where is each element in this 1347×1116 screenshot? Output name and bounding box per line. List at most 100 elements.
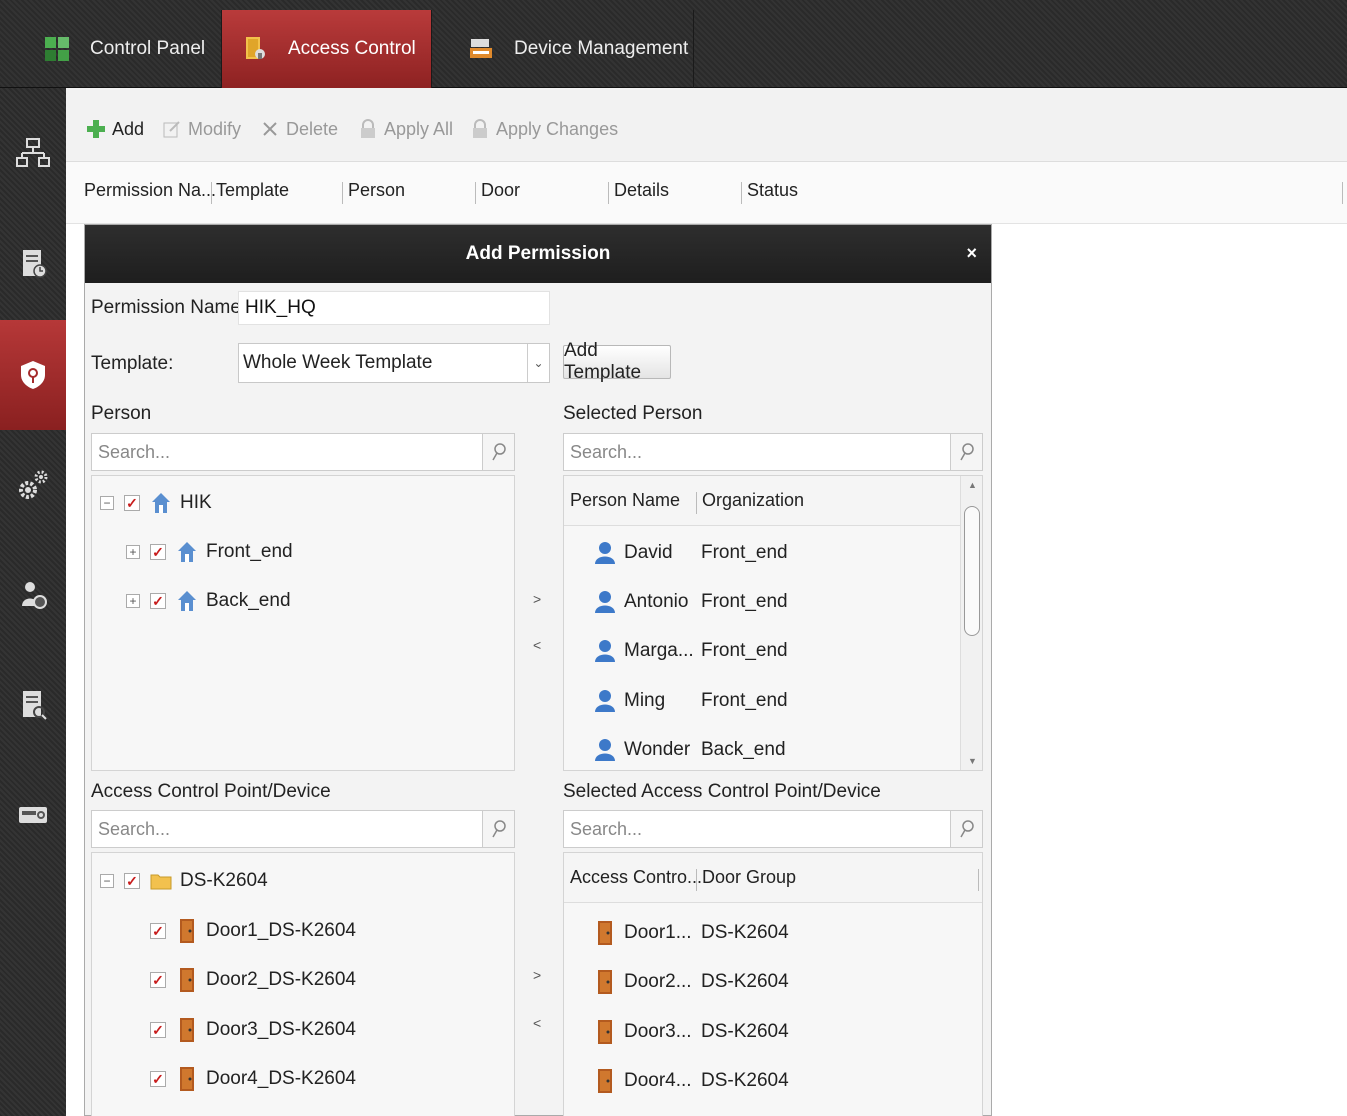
checkbox-checked[interactable]: ✓ xyxy=(124,873,140,889)
permission-name-field[interactable]: HIK_HQ xyxy=(238,291,550,325)
column-person-name[interactable]: Person Name xyxy=(570,490,680,511)
tab-control-panel[interactable]: Control Panel xyxy=(24,10,222,88)
table-cell-organization: Front_end xyxy=(701,640,788,661)
checkbox-checked[interactable]: ✓ xyxy=(150,1071,166,1087)
tree-node-door2[interactable]: ✓ Door2_DS-K2604 xyxy=(150,965,356,995)
move-person-left-button[interactable]: < xyxy=(533,637,541,653)
person-guard-icon xyxy=(22,582,47,609)
add-button[interactable]: Add xyxy=(86,116,144,142)
tab-access-control[interactable]: Access Control xyxy=(222,10,432,88)
table-row[interactable]: Door2... xyxy=(594,967,692,997)
device-keypad-icon xyxy=(19,807,47,823)
access-control-icon xyxy=(242,36,268,62)
search-icon[interactable] xyxy=(950,434,982,470)
person-icon xyxy=(594,738,616,762)
device-management-icon xyxy=(468,36,494,62)
checkbox-checked[interactable]: ✓ xyxy=(124,495,140,511)
search-icon[interactable] xyxy=(482,811,514,847)
table-row[interactable]: David xyxy=(594,538,673,568)
scrollbar-thumb[interactable] xyxy=(964,506,980,636)
collapse-icon[interactable]: − xyxy=(100,496,114,510)
tree-node-hik[interactable]: − ✓ HIK xyxy=(100,488,212,518)
selected-access-control-point-label: Selected Access Control Point/Device xyxy=(563,781,881,802)
collapse-icon[interactable]: − xyxy=(100,874,114,888)
column-separator xyxy=(741,182,742,204)
close-icon[interactable]: × xyxy=(966,243,977,264)
tree-node-door1[interactable]: ✓ Door1_DS-K2604 xyxy=(150,916,356,946)
move-device-left-button[interactable]: < xyxy=(533,1015,541,1031)
column-door[interactable]: Door xyxy=(481,180,520,201)
expand-icon[interactable]: + xyxy=(126,545,140,559)
toolbar: Add Modify Delete Apply All Apply Change… xyxy=(66,88,1347,162)
tree-node-door3[interactable]: ✓ Door3_DS-K2604 xyxy=(150,1015,356,1045)
tree-node-back-end[interactable]: + ✓ Back_end xyxy=(126,586,291,616)
door-icon xyxy=(176,968,198,992)
add-template-button[interactable]: Add Template xyxy=(563,340,671,383)
template-select[interactable]: Whole Week Template ⌄ xyxy=(238,343,550,383)
checkbox-checked[interactable]: ✓ xyxy=(150,1022,166,1038)
tree-node-front-end[interactable]: + ✓ Front_end xyxy=(126,537,293,567)
sidebar-item-advanced[interactable] xyxy=(0,430,66,540)
search-icon[interactable] xyxy=(950,811,982,847)
chevron-down-icon[interactable]: ⌄ xyxy=(527,344,549,382)
column-template[interactable]: Template xyxy=(216,180,289,201)
column-details[interactable]: Details xyxy=(614,180,669,201)
selected-person-search-input[interactable]: Search... xyxy=(563,433,983,471)
scroll-down-icon[interactable]: ▼ xyxy=(968,756,977,766)
table-cell-door-group: DS-K2604 xyxy=(701,922,789,943)
selected-device-search-input[interactable]: Search... xyxy=(563,810,983,848)
checkbox-checked[interactable]: ✓ xyxy=(150,923,166,939)
checkbox-checked[interactable]: ✓ xyxy=(150,544,166,560)
column-separator xyxy=(1342,182,1343,204)
table-row[interactable]: Antonio xyxy=(594,587,688,617)
apply-changes-button[interactable]: Apply Changes xyxy=(470,116,618,142)
tree-node-door4[interactable]: ✓ Door4_DS-K2604 xyxy=(150,1064,356,1094)
column-access-control-point[interactable]: Access Contro... xyxy=(570,867,702,888)
delete-button[interactable]: Delete xyxy=(260,116,338,142)
door-icon xyxy=(594,1069,616,1093)
template-label: Template: xyxy=(91,353,174,374)
column-door-group[interactable]: Door Group xyxy=(702,867,796,888)
modify-button[interactable]: Modify xyxy=(162,116,241,142)
advanced-settings-icon xyxy=(19,470,48,499)
table-cell-organization: Front_end xyxy=(701,690,788,711)
column-person[interactable]: Person xyxy=(348,180,405,201)
sidebar-item-organization[interactable] xyxy=(0,98,66,208)
sidebar-item-device[interactable] xyxy=(0,760,66,870)
sidebar-item-report[interactable] xyxy=(0,650,66,760)
apply-all-button[interactable]: Apply All xyxy=(358,116,453,142)
table-row[interactable]: Wonder xyxy=(594,735,690,765)
move-person-right-button[interactable]: > xyxy=(533,591,541,607)
move-device-right-button[interactable]: > xyxy=(533,967,541,983)
sidebar-item-schedule[interactable] xyxy=(0,208,66,318)
scroll-up-icon[interactable]: ▲ xyxy=(968,480,977,490)
column-separator xyxy=(696,492,697,514)
sidebar-item-permission[interactable] xyxy=(0,320,66,430)
column-permission-name[interactable]: Permission Na... xyxy=(84,180,216,201)
column-separator xyxy=(608,182,609,204)
table-cell-door-group: DS-K2604 xyxy=(701,1021,789,1042)
device-search-input[interactable]: Search... xyxy=(91,810,515,848)
checkbox-checked[interactable]: ✓ xyxy=(150,972,166,988)
clipboard-schedule-icon xyxy=(23,250,47,278)
table-row[interactable]: Door3... xyxy=(594,1017,692,1047)
table-row[interactable]: Ming xyxy=(594,686,665,716)
door-icon xyxy=(176,919,198,943)
control-panel-icon xyxy=(44,36,70,62)
checkbox-checked[interactable]: ✓ xyxy=(150,593,166,609)
person-search-input[interactable]: Search... xyxy=(91,433,515,471)
sidebar-item-guard[interactable] xyxy=(0,540,66,650)
table-row[interactable]: Door1... xyxy=(594,918,692,948)
search-icon[interactable] xyxy=(482,434,514,470)
person-icon xyxy=(594,639,616,663)
expand-icon[interactable]: + xyxy=(126,594,140,608)
tree-node-ds-k2604[interactable]: − ✓ DS-K2604 xyxy=(100,866,268,896)
column-organization[interactable]: Organization xyxy=(702,490,804,511)
column-separator xyxy=(342,182,343,204)
table-row[interactable]: Marga... xyxy=(594,636,694,666)
vertical-scrollbar[interactable]: ▲ ▼ xyxy=(960,476,982,770)
table-row[interactable]: Door4... xyxy=(594,1066,692,1096)
tab-device-management[interactable]: Device Management xyxy=(448,10,694,88)
person-section-label: Person xyxy=(91,403,152,424)
column-status[interactable]: Status xyxy=(747,180,798,201)
